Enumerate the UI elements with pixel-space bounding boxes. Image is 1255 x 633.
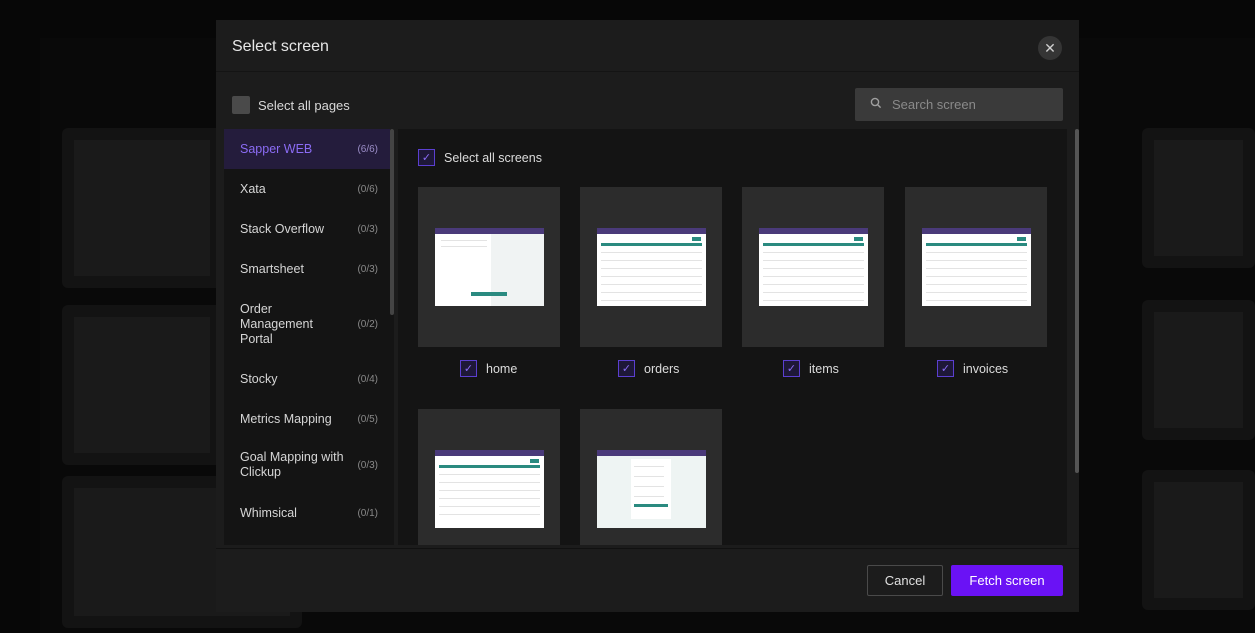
fetch-screen-button[interactable]: Fetch screen — [951, 565, 1063, 596]
screen-checkbox[interactable]: ✓ — [618, 360, 635, 377]
select-screen-modal: Select screen ✕ Select all pages Search … — [216, 20, 1079, 612]
page-item-stocky[interactable]: Stocky (0/4) — [224, 359, 390, 399]
screen-checkbox[interactable]: ✓ — [937, 360, 954, 377]
screen-card-orders[interactable] — [580, 187, 722, 347]
screen-checkbox[interactable]: ✓ — [460, 360, 477, 377]
page-count: (0/3) — [357, 263, 378, 275]
screen-thumbnail — [435, 450, 544, 528]
check-icon: ✓ — [463, 363, 474, 375]
page-count: (0/3) — [357, 459, 378, 471]
screen-checkbox[interactable]: ✓ — [783, 360, 800, 377]
page-item-smartsheet[interactable]: Smartsheet (0/3) — [224, 249, 390, 289]
modal-footer — [216, 548, 1079, 612]
page-item-whimsical[interactable]: Whimsical (0/1) — [224, 493, 390, 533]
screen-card-items[interactable] — [742, 187, 884, 347]
check-icon: ✓ — [786, 363, 797, 375]
page-name: Order Management Portal — [240, 301, 313, 346]
screen-label-items[interactable]: ✓ items — [783, 360, 839, 377]
page-name: Metrics Mapping — [240, 411, 332, 426]
page-name: Sapper WEB — [240, 141, 313, 156]
screen-thumbnail — [759, 228, 868, 306]
screen-grid-scrollbar[interactable] — [1075, 129, 1079, 473]
page-item-order-management-portal[interactable]: Order Management Portal (0/2) — [224, 289, 390, 359]
search-placeholder: Search screen — [892, 97, 976, 112]
page-item-metrics-mapping[interactable]: Metrics Mapping (0/5) — [224, 399, 390, 439]
screen-name: invoices — [963, 361, 1009, 376]
screen-card[interactable] — [418, 409, 560, 545]
screen-thumbnail — [597, 228, 706, 306]
modal-title: Select screen — [232, 38, 329, 55]
page-list: Sapper WEB (6/6) Xata (0/6) Stack Overfl… — [224, 129, 394, 545]
check-icon: ✓ — [621, 363, 632, 375]
check-icon: ✓ — [940, 363, 951, 375]
check-icon: ✓ — [421, 152, 432, 164]
select-all-screens-checkbox[interactable]: ✓ — [418, 149, 435, 166]
screen-card[interactable] — [580, 409, 722, 545]
page-item-sapper-web[interactable]: Sapper WEB (6/6) — [224, 129, 390, 169]
screen-thumbnail — [597, 450, 706, 528]
page-count: (0/6) — [357, 183, 378, 195]
page-list-scrollbar[interactable] — [390, 129, 394, 315]
page-item-stack-overflow[interactable]: Stack Overflow (0/3) — [224, 209, 390, 249]
select-all-pages[interactable]: Select all pages — [232, 96, 350, 114]
close-icon: ✕ — [1044, 39, 1056, 56]
page-count: (0/3) — [357, 223, 378, 235]
screen-card-home[interactable] — [418, 187, 560, 347]
page-count: (0/1) — [357, 507, 378, 519]
page-item-xata[interactable]: Xata (0/6) — [224, 169, 390, 209]
page-count: (6/6) — [357, 143, 378, 155]
select-all-pages-checkbox[interactable] — [232, 96, 250, 114]
page-name: Smartsheet — [240, 261, 304, 276]
search-input[interactable]: Search screen — [855, 88, 1063, 121]
cancel-button[interactable]: Cancel — [867, 565, 943, 596]
screen-thumbnail — [922, 228, 1031, 306]
screen-name: items — [809, 361, 839, 376]
screen-grid: ✓ Select all screens ✓ home ✓ orders ✓ i… — [398, 129, 1067, 545]
modal-header: Select screen ✕ — [216, 20, 1079, 72]
screen-label-invoices[interactable]: ✓ invoices — [937, 360, 1008, 377]
screen-card-invoices[interactable] — [905, 187, 1047, 347]
page-name: Stack Overflow — [240, 221, 325, 236]
page-name: Xata — [240, 181, 266, 196]
screen-name: home — [486, 361, 518, 376]
select-all-screens-label: Select all screens — [444, 150, 542, 165]
page-count: (0/2) — [357, 318, 378, 330]
page-count: (0/4) — [357, 373, 378, 385]
search-icon — [870, 97, 882, 112]
page-name: Goal Mapping with Clickup — [240, 450, 344, 479]
screen-thumbnail — [435, 228, 544, 306]
page-name: Whimsical — [240, 505, 297, 520]
close-button[interactable]: ✕ — [1038, 36, 1062, 60]
page-item-goal-mapping[interactable]: Goal Mapping with Clickup (0/3) — [224, 439, 390, 491]
screen-name: orders — [644, 361, 680, 376]
page-count: (0/5) — [357, 413, 378, 425]
screen-label-home[interactable]: ✓ home — [460, 360, 517, 377]
page-name: Stocky — [240, 371, 278, 386]
select-all-screens[interactable]: ✓ Select all screens — [418, 149, 542, 166]
screen-label-orders[interactable]: ✓ orders — [618, 360, 679, 377]
select-all-pages-label: Select all pages — [258, 97, 350, 113]
